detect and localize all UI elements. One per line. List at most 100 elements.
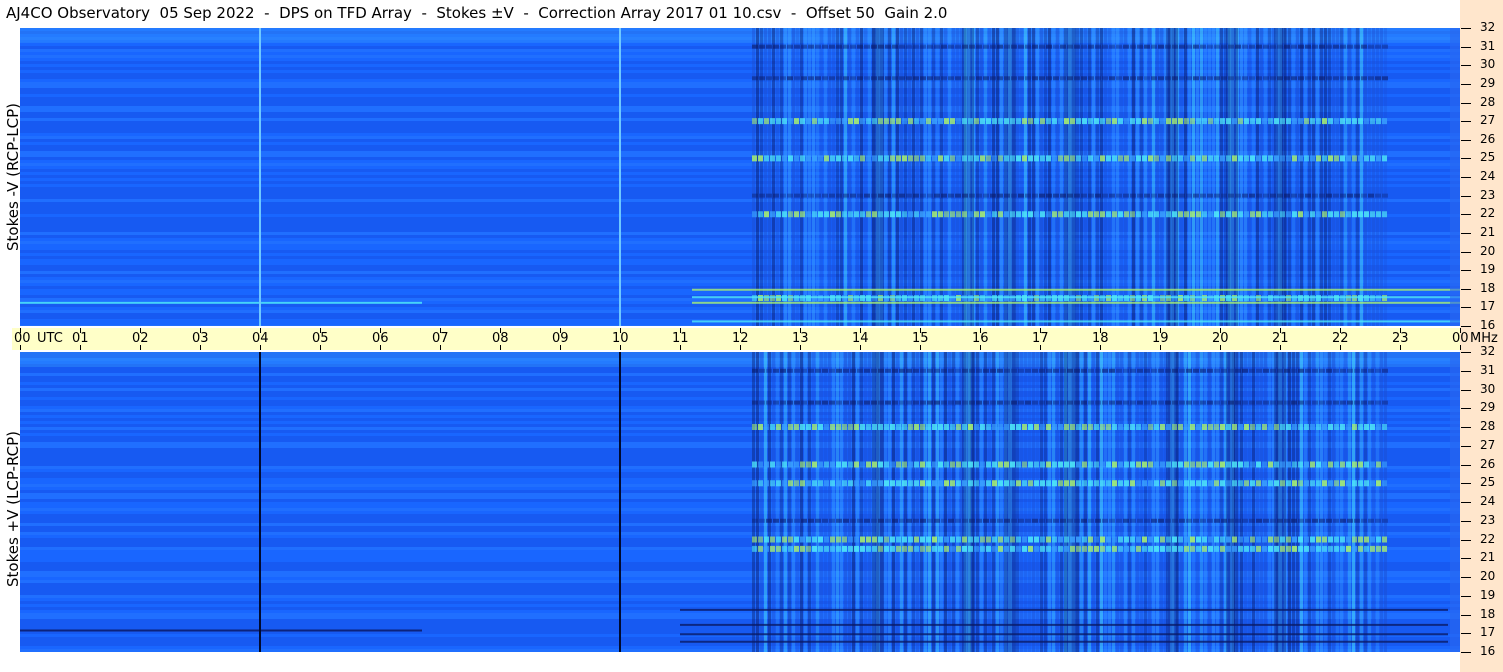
bright-band-cell [1154, 480, 1159, 487]
bright-band-cell [938, 155, 943, 162]
frequency-tick-label: 27 [1480, 437, 1496, 452]
time-tick-mark [1040, 345, 1041, 350]
bright-band-cell [992, 480, 997, 487]
strong-column [966, 352, 970, 652]
bright-band-cell [1310, 461, 1315, 468]
bright-band-cell [1202, 545, 1207, 552]
bright-band-cell [908, 480, 913, 487]
dark-band-cell [794, 518, 800, 523]
dark-band-cell [1130, 400, 1136, 405]
bright-band-cell [1046, 424, 1051, 430]
bright-band-cell [1184, 480, 1189, 487]
bright-band-cell [1148, 118, 1153, 125]
bright-band-cell [866, 536, 871, 543]
bright-band-cell [1004, 461, 1009, 468]
dark-band-cell [1207, 400, 1213, 405]
bright-band-cell [1238, 545, 1243, 552]
dark-band-cell [1221, 400, 1227, 405]
activity-column [920, 352, 923, 652]
bright-band-cell [920, 424, 925, 430]
bright-band-cell [800, 424, 805, 430]
time-tick-mark [440, 345, 441, 350]
time-tick-mark [500, 328, 501, 333]
dark-band-cell [934, 518, 940, 523]
bright-band-cell [1040, 118, 1045, 125]
bright-band-cell [1334, 118, 1339, 125]
bright-band-cell [1280, 545, 1285, 552]
dark-band-cell [1095, 518, 1101, 523]
dark-band-cell [1228, 44, 1234, 49]
dark-band-cell [1354, 193, 1360, 198]
dark-band-cell [1207, 76, 1213, 81]
bright-band-cell [1322, 155, 1327, 162]
dark-band-cell [822, 44, 828, 49]
bright-band-cell [764, 211, 769, 218]
dark-band-cell [920, 518, 926, 523]
bright-band-cell [1346, 461, 1351, 468]
bright-band-cell [1160, 461, 1165, 468]
bright-band-cell [932, 480, 937, 487]
activity-column [1060, 352, 1063, 652]
bright-band-cell [1112, 461, 1117, 468]
activity-column [912, 352, 915, 652]
bright-band-cell [1370, 211, 1375, 218]
activity-column [1244, 28, 1247, 326]
dark-band-cell [969, 76, 975, 81]
bright-band-cell [1040, 461, 1045, 468]
bright-band-cell [1268, 155, 1273, 162]
bright-band-cell [1064, 480, 1069, 487]
bright-band-cell [794, 155, 799, 162]
bright-band-cell [1130, 536, 1135, 543]
bright-band-cell [1376, 480, 1381, 487]
dark-band-cell [1053, 44, 1059, 49]
dark-band-cell [1151, 76, 1157, 81]
activity-column [1100, 28, 1103, 326]
bright-band-cell [1058, 536, 1063, 543]
activity-column [1336, 352, 1339, 652]
activity-column [1160, 352, 1163, 652]
bright-band-cell [872, 211, 877, 218]
bright-band-cell [1052, 536, 1057, 543]
activity-column [820, 28, 823, 326]
activity-column [1368, 352, 1371, 652]
activity-column [800, 28, 803, 326]
dark-band-cell [927, 193, 933, 198]
bright-band-cell [878, 211, 883, 218]
bright-band-cell [932, 118, 937, 125]
bright-band-cell [1178, 424, 1183, 430]
dark-band-cell [780, 368, 786, 373]
bright-band-cell [1262, 211, 1267, 218]
bright-band-cell [812, 545, 817, 552]
dark-band-cell [801, 44, 807, 49]
dark-band-cell [1235, 44, 1241, 49]
activity-column [1264, 28, 1267, 326]
activity-column [788, 28, 791, 326]
bright-band-cell [842, 211, 847, 218]
frequency-tick-label: 16 [1480, 644, 1496, 658]
bright-band-cell [794, 118, 799, 125]
bright-band-cell [1268, 118, 1273, 125]
activity-column [1336, 28, 1339, 326]
dark-band-cell [927, 368, 933, 373]
bright-band-cell [1184, 461, 1189, 468]
bright-band-cell [1364, 155, 1369, 162]
bright-band-cell [1346, 211, 1351, 218]
bright-band-cell [1028, 480, 1033, 487]
strong-column [1008, 28, 1012, 326]
bright-band-cell [1196, 155, 1201, 162]
dark-band-cell [1193, 193, 1199, 198]
bright-band-cell [824, 424, 829, 430]
bright-band-cell [1094, 545, 1099, 552]
dark-band-cell [1291, 400, 1297, 405]
dark-band-cell [1235, 76, 1241, 81]
bright-band-cell [1052, 424, 1057, 430]
bright-band-cell [1190, 545, 1195, 552]
bright-band-cell [1178, 155, 1183, 162]
dark-band-cell [983, 518, 989, 523]
bright-band-cell [944, 536, 949, 543]
bright-band-cell [1298, 118, 1303, 125]
bright-band-cell [1178, 461, 1183, 468]
dark-band-cell [1060, 518, 1066, 523]
bright-band-cell [1046, 118, 1051, 125]
bright-band-cell [1382, 155, 1387, 162]
